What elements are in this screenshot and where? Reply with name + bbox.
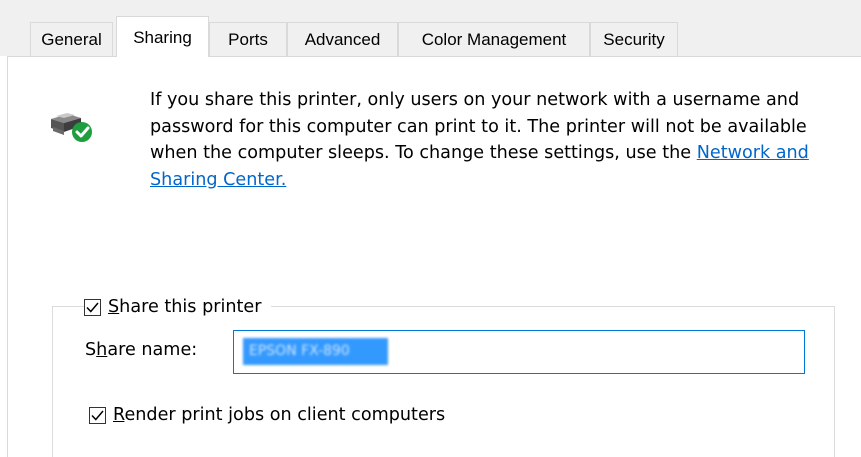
share-printer-checkbox[interactable]: Share this printer — [84, 297, 272, 317]
render-jobs-label: Render print jobs on client computers — [113, 405, 446, 425]
checkmark-icon — [91, 410, 104, 421]
share-printer-checkbox-box[interactable] — [84, 298, 101, 316]
sharing-groupbox — [52, 306, 835, 457]
share-name-value: EPSON FX-890 — [243, 338, 388, 365]
tab-general[interactable]: General — [30, 22, 113, 56]
render-jobs-checkbox-box[interactable] — [89, 406, 106, 424]
checkmark-icon — [86, 302, 99, 313]
share-name-label: Share name: — [85, 340, 198, 360]
share-name-input[interactable]: EPSON FX-890 — [233, 330, 805, 374]
render-jobs-checkbox[interactable]: Render print jobs on client computers — [89, 405, 456, 425]
tab-security[interactable]: Security — [590, 22, 678, 56]
sharing-info-text: If you share this printer, only users on… — [150, 90, 809, 190]
tab-strip: General Sharing Ports Advanced Color Man… — [0, 0, 861, 57]
share-printer-label: Share this printer — [108, 297, 262, 317]
tab-sharing[interactable]: Sharing — [116, 16, 209, 57]
tab-advanced[interactable]: Advanced — [287, 22, 398, 56]
shared-printer-icon — [51, 113, 92, 142]
tab-color-management[interactable]: Color Management — [398, 22, 590, 56]
tab-ports[interactable]: Ports — [209, 22, 287, 56]
checkmark-icon — [72, 122, 92, 142]
